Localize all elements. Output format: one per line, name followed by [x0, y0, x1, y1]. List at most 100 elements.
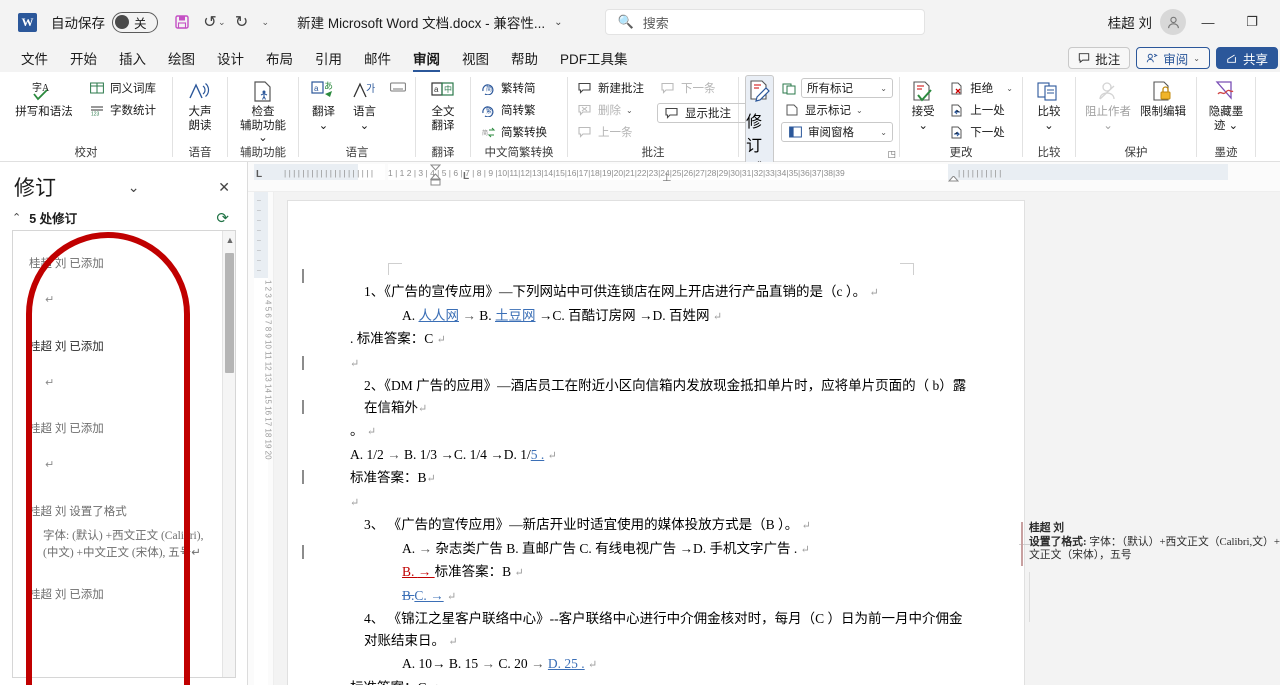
track-changes-button[interactable]: 修订 ⌄ — [745, 75, 774, 168]
restore-button[interactable]: ❐ — [1230, 7, 1274, 37]
paragraph-q2[interactable]: 2、《DM 广告的应用》—酒店员工在附近小区向信箱内发放现金抵扣单片时，应将单片… — [350, 375, 975, 420]
save-icon[interactable] — [168, 8, 196, 36]
qat-customize-caret-icon[interactable]: ⌄ — [262, 17, 270, 28]
tab-file[interactable]: 文件 — [10, 45, 59, 71]
tracking-dialog-launcher[interactable]: ◳ — [887, 149, 896, 160]
document-page[interactable]: 1、《广告的宣传应用》—下列网站中可供连锁店在网上开店进行产品直销的是（c ）。… — [288, 201, 1024, 685]
paragraph-q3[interactable]: 3、 《广告的宣传应用》—新店开业时适宜使用的媒体投放方式是（B ）。 ↵ — [350, 514, 975, 538]
translate-caret-icon[interactable]: ⌄ — [319, 120, 329, 133]
list-item[interactable]: 桂超 刘 设置了格式 字体: (默认) +西文正文 (Calibri), (中文… — [13, 471, 235, 562]
list-item[interactable]: 桂超 刘 已添加 ↵ — [13, 306, 235, 389]
vertical-ruler[interactable]: – – – – – – – – 1 2 3 4 5 6 7 8 9 10 11 12 13 1… — [248, 192, 274, 685]
spelling-grammar-button[interactable]: 字A 拼写和语法 — [6, 75, 82, 119]
right-indent-marker[interactable] — [947, 172, 960, 190]
chevron-down-icon[interactable]: ⌄ — [121, 179, 147, 196]
compare-caret-icon[interactable]: ⌄ — [1044, 120, 1054, 133]
previous-change-button[interactable]: 上一处 — [946, 100, 1016, 120]
word-count-button[interactable]: 123 字数统计 — [86, 100, 159, 120]
collapse-chevron-icon[interactable]: ⌃ — [12, 211, 21, 224]
accept-caret-icon[interactable]: ⌄ — [918, 120, 928, 133]
compare-button[interactable]: 比较 ⌄ — [1029, 75, 1069, 132]
paragraph-q4-answer[interactable]: 标准答案：C ↵ — [350, 677, 975, 685]
scrollbar-thumb[interactable] — [225, 253, 234, 373]
document-text[interactable]: 1、《广告的宣传应用》—下列网站中可供连锁店在网上开店进行产品直销的是（c ）。… — [350, 281, 975, 685]
tab-home[interactable]: 开始 — [59, 45, 108, 71]
keyboard-button[interactable] — [387, 77, 409, 97]
thesaurus-button[interactable]: 同义词库 — [86, 78, 159, 98]
list-item[interactable]: 桂超 刘 已添加 — [13, 562, 235, 602]
paragraph-blank-2[interactable]: ↵ — [350, 491, 975, 515]
next-change-button[interactable]: 下一处 — [946, 122, 1016, 142]
comments-button[interactable]: 批注 — [1068, 47, 1131, 69]
tab-layout[interactable]: 布局 — [255, 45, 304, 71]
tab-stop-marker[interactable]: ⊥ — [662, 171, 672, 184]
minimize-button[interactable]: — — [1186, 7, 1230, 37]
delete-comment-caret-icon[interactable]: ⌄ — [626, 106, 633, 115]
markup-display-caret-icon[interactable]: ⌄ — [880, 84, 887, 93]
restrict-editing-button[interactable]: 限制编辑 — [1136, 75, 1190, 119]
revisions-scrollbar[interactable]: ▲ — [222, 231, 235, 677]
reject-caret-icon[interactable]: ⌄ — [1006, 84, 1013, 93]
paragraph-q2-dot[interactable]: 。 ↵ — [350, 420, 975, 444]
delete-comment-button[interactable]: 删除 ⌄ — [574, 100, 647, 120]
paragraph-q4-options[interactable]: A. 10→ B. 15 → C. 20 → D. 25 . ↵ — [350, 653, 975, 677]
tab-help[interactable]: 帮助 — [500, 45, 549, 71]
read-aloud-button[interactable]: 大声 朗读 — [179, 75, 221, 132]
tab-draw[interactable]: 绘图 — [157, 45, 206, 71]
paragraph-q3-answer[interactable]: B. → 标准答案：B ↵ — [350, 561, 975, 585]
reject-button[interactable]: 拒绝 ⌄ — [946, 78, 1016, 98]
previous-comment-button[interactable]: 上一条 — [574, 122, 647, 142]
revisions-list[interactable]: 桂超 刘 已添加 ↵ 桂超 刘 已添加 ↵ 桂超 刘 已添加 ↵ 桂超 刘 设置… — [12, 230, 236, 678]
scroll-up-arrow-icon[interactable]: ▲ — [226, 235, 235, 245]
horizontal-ruler[interactable]: L | | | | | | | | | | | | | | | | | | | … — [248, 162, 1280, 192]
tab-stop-selector-icon[interactable]: L — [256, 169, 262, 180]
close-icon[interactable]: ✕ — [211, 179, 237, 196]
paragraph-q1[interactable]: 1、《广告的宣传应用》—下列网站中可供连锁店在网上开店进行产品直销的是（c ）。… — [350, 281, 975, 305]
paragraph-q1-answer[interactable]: . 标准答案：C ↵ — [350, 328, 975, 352]
paragraph-q3-extra[interactable]: B.C. → ↵ — [350, 585, 975, 609]
block-authors-button[interactable]: 阻止作者 ⌄ — [1082, 75, 1134, 132]
show-markup-button[interactable]: 显示标记 ⌄ — [781, 100, 893, 120]
tab-pdf-tools[interactable]: PDF工具集 — [549, 45, 639, 71]
tab-design[interactable]: 设计 — [206, 45, 255, 71]
review-share-button[interactable]: 审阅 ⌄ — [1136, 47, 1210, 69]
paragraph-q1-options[interactable]: A. 人人网 → B. 土豆网 →C. 百酷订房网 →D. 百姓网 ↵ — [350, 305, 975, 329]
paragraph-q3-options[interactable]: A. → 杂志类广告 B. 直邮广告 C. 有线电视广告 →D. 手机文字广告 … — [350, 538, 975, 562]
simp-to-trad-button[interactable]: 繁 简转繁 — [477, 100, 550, 120]
trad-to-simp-button[interactable]: 简 繁转简 — [477, 78, 550, 98]
search-box[interactable]: 🔍 搜索 — [604, 9, 925, 35]
tab-insert[interactable]: 插入 — [108, 45, 157, 71]
paragraph-q2-options[interactable]: A. 1/2 → B. 1/3 →C. 1/4 →D. 1/5 . ↵ — [350, 444, 975, 468]
check-accessibility-button[interactable]: 检查 辅助功能 ⌄ — [234, 75, 292, 145]
refresh-icon[interactable]: ⟳ — [216, 209, 237, 227]
show-markup-caret-icon[interactable]: ⌄ — [856, 106, 863, 115]
reviewing-pane-combo[interactable]: 审阅窗格 ⌄ — [781, 122, 893, 142]
chinese-conversion-button[interactable]: 简 简繁转换 — [477, 122, 550, 142]
review-caret-icon[interactable]: ⌄ — [1193, 54, 1200, 63]
tab-references[interactable]: 引用 — [304, 45, 353, 71]
new-comment-button[interactable]: 新建批注 — [574, 78, 647, 98]
hide-ink-button[interactable]: 隐藏墨 迹 ⌄ — [1203, 75, 1249, 132]
avatar[interactable] — [1160, 9, 1186, 35]
autosave-toggle[interactable]: 关 — [112, 11, 158, 33]
markup-balloon[interactable]: 桂超 刘 设置了格式: 字体：（默认）+西文正文（Calibri,文）+中文正文… — [1021, 522, 1280, 566]
paragraph-q2-answer[interactable]: 标准答案：B↵ — [350, 467, 975, 491]
document-canvas[interactable]: 1、《广告的宣传应用》—下列网站中可供连锁店在网上开店进行产品直销的是（c ）。… — [274, 192, 1280, 685]
block-authors-caret-icon[interactable]: ⌄ — [1103, 120, 1113, 133]
list-item[interactable]: 桂超 刘 已添加 ↵ — [13, 389, 235, 471]
translate-button[interactable]: aあ 翻译 ⌄ — [305, 75, 342, 132]
language-caret-icon[interactable]: ⌄ — [360, 120, 370, 133]
markup-display-combo[interactable]: 所有标记 ⌄ — [801, 78, 893, 98]
redo-icon[interactable]: ↻ — [228, 8, 256, 36]
undo-caret-icon[interactable]: ⌄ — [218, 17, 226, 28]
paragraph-blank-1[interactable]: ↵ — [350, 352, 975, 376]
share-button[interactable]: 共享 — [1215, 47, 1278, 69]
tab-mailings[interactable]: 邮件 — [353, 45, 402, 71]
accept-button[interactable]: 接受 ⌄ — [906, 75, 940, 132]
reviewing-pane-caret-icon[interactable]: ⌄ — [880, 128, 887, 137]
tab-view[interactable]: 视图 — [451, 45, 500, 71]
language-button[interactable]: 가 语言 ⌄ — [346, 75, 383, 132]
full-translate-button[interactable]: a中 全文 翻译 — [422, 75, 464, 132]
left-tab-stop-icon[interactable]: L — [463, 171, 469, 182]
tab-review[interactable]: 审阅 — [402, 45, 451, 72]
